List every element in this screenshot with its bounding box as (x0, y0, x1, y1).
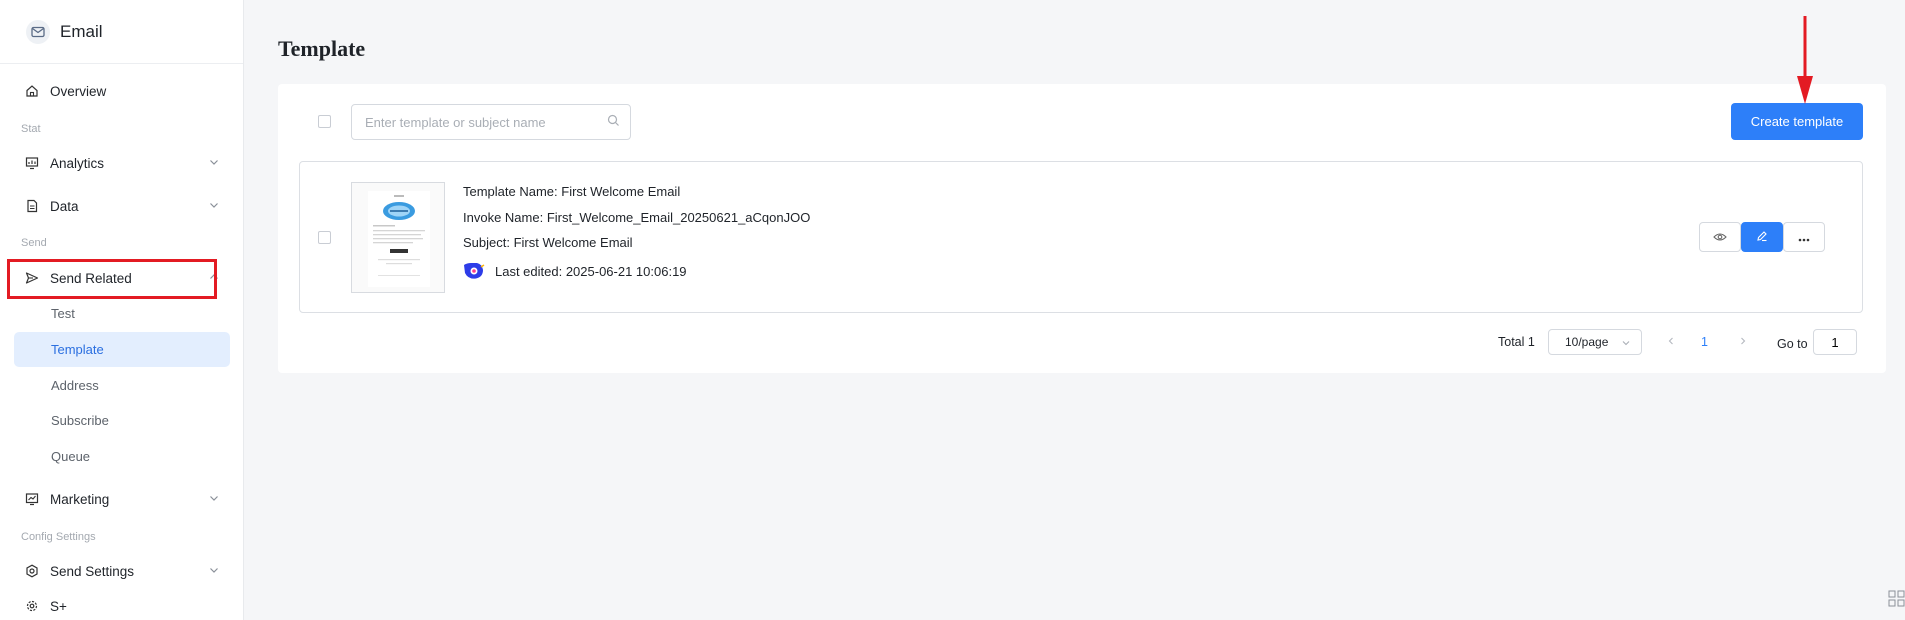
sidebar-item-label: S+ (50, 598, 67, 614)
goto-input[interactable] (1813, 329, 1857, 355)
group-label-config: Config Settings (21, 531, 96, 543)
sidebar-subitem-test[interactable]: Test (14, 296, 230, 331)
last-edited-text: Last edited: 2025-06-21 10:06:19 (495, 263, 687, 279)
thumbnail-preview (368, 191, 430, 287)
select-all-checkbox[interactable] (318, 115, 331, 128)
page-number[interactable]: 1 (1701, 329, 1708, 355)
invoke-name: Invoke Name: First_Welcome_Email_2025062… (463, 210, 811, 225)
chevron-right-icon (1738, 335, 1748, 349)
sidebar-item-label: Send Related (50, 270, 132, 286)
analytics-icon (24, 155, 40, 171)
chevron-down-icon (208, 199, 222, 213)
editor-logo-icon (463, 262, 485, 280)
pagination-total: Total 1 (1498, 335, 1535, 349)
eye-icon (1713, 230, 1727, 245)
app-title: Email (60, 21, 103, 41)
row-checkbox[interactable] (318, 231, 331, 244)
template-name: Template Name: First Welcome Email (463, 184, 681, 199)
sidebar-item-analytics[interactable]: Analytics (14, 143, 230, 183)
edit-button[interactable] (1741, 222, 1783, 252)
apps-icon[interactable] (1888, 590, 1905, 610)
sidebar-item-label: Marketing (50, 491, 110, 507)
sidebar-item-splus[interactable]: S+ (14, 587, 230, 620)
page-title: Template (278, 36, 366, 61)
group-label-send: Send (21, 237, 47, 249)
home-icon (24, 83, 40, 99)
sidebar-subitem-subscribe[interactable]: Subscribe (14, 403, 230, 438)
chevron-down-icon (1621, 337, 1631, 351)
gear-icon (24, 598, 40, 614)
group-label-stat: Stat (21, 123, 41, 135)
search-box (351, 104, 631, 140)
annotation-arrow (1795, 14, 1815, 109)
chevron-left-icon (1666, 335, 1676, 349)
search-input[interactable] (365, 114, 607, 130)
mail-icon (26, 19, 50, 44)
template-thumbnail[interactable] (351, 182, 445, 293)
send-icon (24, 270, 40, 286)
page-size-value: 10/page (1565, 335, 1609, 349)
preview-button[interactable] (1699, 222, 1741, 252)
sidebar-item-label: Data (50, 198, 79, 214)
sidebar-item-label: Send Settings (50, 563, 135, 579)
search-icon[interactable] (607, 114, 620, 130)
brand: Email (0, 0, 243, 64)
goto-label: Go to (1777, 337, 1808, 351)
marketing-icon (24, 491, 40, 507)
chevron-down-icon (208, 492, 222, 506)
last-edited: Last edited: 2025-06-21 10:06:19 (463, 262, 687, 280)
sidebar-item-send-settings[interactable]: Send Settings (14, 551, 230, 591)
sidebar-item-label: Overview (50, 83, 107, 99)
pen-icon (1756, 230, 1768, 245)
more-actions-button[interactable] (1783, 222, 1825, 252)
chevron-up-icon (208, 271, 222, 285)
sidebar-subitem-template[interactable]: Template (14, 332, 230, 367)
prev-page-button[interactable] (1666, 329, 1676, 355)
sidebar-subitem-address[interactable]: Address (14, 368, 230, 403)
chevron-down-icon (208, 156, 222, 170)
document-icon (24, 198, 40, 214)
sidebar-item-overview[interactable]: Overview (14, 71, 230, 111)
next-page-button[interactable] (1738, 329, 1748, 355)
subject: Subject: First Welcome Email (463, 235, 633, 250)
sidebar-item-label: Analytics (50, 155, 105, 171)
template-row[interactable]: Template Name: First Welcome Email Invok… (299, 161, 1863, 313)
gear-icon (24, 563, 40, 579)
page-size-select[interactable]: 10/page (1548, 329, 1642, 355)
sidebar-item-data[interactable]: Data (14, 186, 230, 226)
sidebar-subitem-queue[interactable]: Queue (14, 439, 230, 474)
chevron-down-icon (208, 564, 222, 578)
sidebar-item-send-related[interactable]: Send Related (14, 258, 230, 298)
sidebar-item-marketing[interactable]: Marketing (14, 479, 230, 519)
more-icon (1798, 230, 1810, 245)
sidebar: Email Overview Stat Analytics Data Send … (0, 0, 244, 620)
template-card: Create template (278, 84, 1886, 373)
